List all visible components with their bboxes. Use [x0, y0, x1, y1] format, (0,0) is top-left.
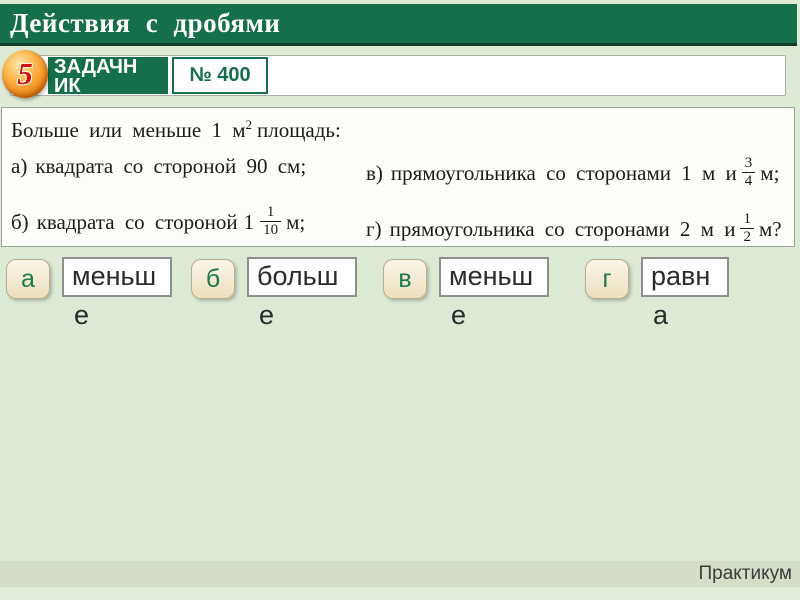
task-number-label: № 400: [189, 64, 251, 86]
answer-button-b-label: б: [205, 264, 221, 293]
fraction-3-4: 34: [741, 155, 756, 190]
answer-a-line2: е: [74, 300, 90, 330]
fraction-numerator: 1: [743, 211, 751, 227]
intro-text: Больше или меньше 1 м: [11, 118, 246, 142]
answer-value-b[interactable]: больш е: [247, 257, 357, 330]
item-v-text-tail: м;: [760, 160, 780, 185]
answer-value-g[interactable]: равн а: [641, 257, 729, 330]
intro-text-tail: площадь:: [257, 118, 341, 142]
answer-a-line1: меньш: [72, 261, 157, 291]
item-g-label: г): [366, 216, 382, 241]
item-g-text: прямоугольника со сторонами 2 м и: [389, 216, 736, 241]
answer-b-line2: е: [259, 300, 275, 330]
answer-value-a[interactable]: меньш е: [62, 257, 172, 330]
answer-button-g[interactable]: г: [585, 259, 629, 299]
footer-band: Практикум: [0, 561, 800, 587]
problem-item-b: б) квадрата со стороной 1 1 10 м;: [11, 199, 305, 245]
answer-button-v-label: в: [398, 264, 412, 293]
item-b-label: б): [11, 209, 29, 234]
problem-statement: Больше или меньше 1 м2 площадь: а) квадрат…: [1, 107, 795, 247]
item-g-text-tail: м?: [758, 216, 782, 241]
footer-label: Практикум: [698, 563, 792, 584]
problem-item-a: а) квадрата со стороной 90 см;: [11, 154, 306, 179]
zadachnik-button-label: ЗАДАЧНИК: [54, 56, 138, 97]
answer-button-v[interactable]: в: [383, 259, 427, 299]
problem-intro: Больше или меньше 1 м2 площадь:: [11, 117, 341, 143]
answer-g-line1: равн: [651, 261, 711, 291]
problem-item-v: в) прямоугольника со сторонами 1 м и 3 4 м;: [366, 151, 779, 195]
item-a-text: квадрата со стороной 90 см;: [35, 154, 307, 178]
fraction-numerator: 3: [744, 155, 753, 171]
fraction-numerator: 1: [266, 204, 275, 220]
item-b-text-tail: м;: [286, 209, 306, 234]
badge-number: 5: [17, 56, 33, 91]
task-number-box: № 400: [172, 57, 268, 94]
bottom-strip: [0, 587, 800, 600]
fraction-denominator: 2: [740, 227, 754, 246]
answer-v-line2: е: [451, 300, 467, 330]
answer-button-g-label: г: [602, 264, 612, 293]
fraction-1-10: 1 10: [260, 204, 282, 239]
zadachnik-button[interactable]: ЗАДАЧНИК: [48, 56, 168, 97]
slide-header: Действия с дробями: [0, 4, 797, 46]
page-title: Действия с дробями: [10, 8, 281, 38]
answer-v-line1: меньш: [449, 261, 534, 291]
lesson-number-badge: 5: [2, 50, 48, 98]
answer-button-a[interactable]: а: [6, 259, 50, 299]
fraction-denominator: 4: [741, 171, 756, 190]
problem-item-g: г) прямоугольника со сторонами 2 м и 1 2 м?: [366, 206, 782, 252]
item-b-whole-number: 1: [243, 209, 255, 234]
intro-superscript: 2: [245, 117, 253, 132]
fraction-denominator: 10: [260, 220, 282, 239]
answer-button-a-label: а: [21, 264, 35, 293]
item-v-text: прямоугольника со сторонами 1 м и: [390, 160, 737, 185]
answer-b-line1: больш: [257, 261, 339, 291]
item-v-label: в): [366, 160, 383, 185]
answer-g-line2: а: [653, 300, 669, 330]
answer-button-b[interactable]: б: [191, 259, 235, 299]
fraction-1-2: 12: [740, 211, 754, 245]
item-b-text: квадрата со стороной: [36, 209, 238, 234]
answer-value-v[interactable]: меньш е: [439, 257, 549, 330]
item-a-label: а): [11, 154, 28, 178]
